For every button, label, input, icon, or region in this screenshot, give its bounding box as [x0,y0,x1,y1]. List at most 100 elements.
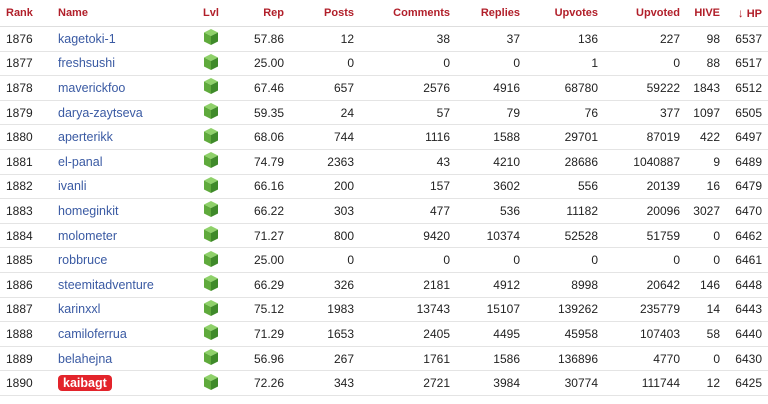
leaderboard-table: Rank Name Lvl Rep Posts Comments Replies… [0,0,768,396]
posts-cell: 326 [290,272,360,298]
hp-cell: 6443 [726,297,768,323]
hp-cell: 6462 [726,223,768,249]
user-link[interactable]: el-panal [58,155,102,169]
user-link[interactable]: robbruce [58,253,107,267]
user-link[interactable]: karinxxl [58,302,100,316]
column-header-rank[interactable]: Rank [0,0,52,27]
upvoted-cell: 227 [604,26,686,52]
replies-cell: 79 [456,100,526,126]
table-row: 1889 belahejna 56.96 267 1761 1586 136896 4770 0… [0,346,768,372]
upvotes-cell: 11182 [526,198,604,224]
hive-cell: 1097 [686,100,726,126]
rank-cell: 1888 [0,321,52,347]
upvoted-cell: 20139 [604,174,686,200]
user-link[interactable]: aperterikk [58,130,113,144]
hp-cell: 6430 [726,346,768,372]
green-cube-icon [203,151,219,172]
upvoted-cell: 0 [604,247,686,273]
hp-cell: 6497 [726,124,768,150]
upvotes-cell: 45958 [526,321,604,347]
column-header-rep[interactable]: Rep [232,0,290,27]
level-cell [190,346,232,372]
hive-cell: 14 [686,297,726,323]
rep-cell: 25.00 [232,51,290,77]
user-link[interactable]: homeginkit [58,204,118,218]
posts-cell: 800 [290,223,360,249]
upvotes-cell: 139262 [526,297,604,323]
rep-cell: 67.46 [232,75,290,101]
rep-cell: 66.16 [232,174,290,200]
column-header-hive[interactable]: HIVE [686,0,726,27]
upvotes-cell: 136896 [526,346,604,372]
posts-cell: 0 [290,247,360,273]
upvotes-cell: 136 [526,26,604,52]
user-link[interactable]: kaibagt [58,375,112,392]
rank-cell: 1890 [0,370,52,396]
user-link[interactable]: kagetoki-1 [58,32,116,46]
posts-cell: 200 [290,174,360,200]
replies-cell: 4495 [456,321,526,347]
table-row: 1881 el-panal 74.79 2363 43 4210 28686 1040887 9… [0,149,768,175]
table-row: 1887 karinxxl 75.12 1983 13743 15107 139262 235… [0,297,768,323]
green-cube-icon [203,225,219,246]
replies-cell: 15107 [456,297,526,323]
rank-cell: 1881 [0,149,52,175]
upvoted-cell: 1040887 [604,149,686,175]
green-cube-icon [203,274,219,295]
comments-cell: 0 [360,247,456,273]
user-link[interactable]: freshsushi [58,56,115,70]
hp-cell: 6461 [726,247,768,273]
green-cube-icon [203,348,219,369]
replies-cell: 4912 [456,272,526,298]
user-link[interactable]: ivanli [58,179,87,193]
rep-cell: 75.12 [232,297,290,323]
comments-cell: 38 [360,26,456,52]
user-link[interactable]: camiloferrua [58,327,127,341]
column-header-replies[interactable]: Replies [456,0,526,27]
replies-cell: 37 [456,26,526,52]
hp-cell: 6448 [726,272,768,298]
comments-cell: 2576 [360,75,456,101]
upvotes-cell: 30774 [526,370,604,396]
green-cube-icon [203,77,219,98]
hive-cell: 422 [686,124,726,150]
column-header-upvotes[interactable]: Upvotes [526,0,604,27]
table-row: 1883 homeginkit 66.22 303 477 536 11182 20096 30… [0,198,768,224]
user-link[interactable]: belahejna [58,352,112,366]
rep-cell: 68.06 [232,124,290,150]
user-link[interactable]: maverickfoo [58,81,125,95]
rep-cell: 56.96 [232,346,290,372]
rep-cell: 25.00 [232,247,290,273]
green-cube-icon [203,250,219,271]
rank-cell: 1887 [0,297,52,323]
hp-cell: 6440 [726,321,768,347]
replies-cell: 4916 [456,75,526,101]
column-header-lvl[interactable]: Lvl [190,0,232,27]
replies-cell: 3602 [456,174,526,200]
column-header-hp-label: HP [746,8,762,20]
column-header-posts[interactable]: Posts [290,0,360,27]
rank-cell: 1880 [0,124,52,150]
level-cell [190,75,232,101]
rank-cell: 1876 [0,26,52,52]
green-cube-icon [203,176,219,197]
name-cell: ivanli [52,174,190,200]
user-link[interactable]: darya-zaytseva [58,106,143,120]
column-header-name[interactable]: Name [52,0,190,27]
level-cell [190,26,232,52]
column-header-comments[interactable]: Comments [360,0,456,27]
hive-cell: 88 [686,51,726,77]
upvoted-cell: 4770 [604,346,686,372]
column-header-upvoted[interactable]: Upvoted [604,0,686,27]
hp-cell: 6479 [726,174,768,200]
upvoted-cell: 51759 [604,223,686,249]
name-cell: kagetoki-1 [52,26,190,52]
user-link[interactable]: steemitadventure [58,278,154,292]
green-cube-icon [203,200,219,221]
column-header-hp[interactable]: ↓ HP [726,0,768,27]
comments-cell: 0 [360,51,456,77]
replies-cell: 10374 [456,223,526,249]
user-link[interactable]: molometer [58,229,117,243]
green-cube-icon [203,127,219,148]
name-cell: kaibagt [52,370,190,396]
